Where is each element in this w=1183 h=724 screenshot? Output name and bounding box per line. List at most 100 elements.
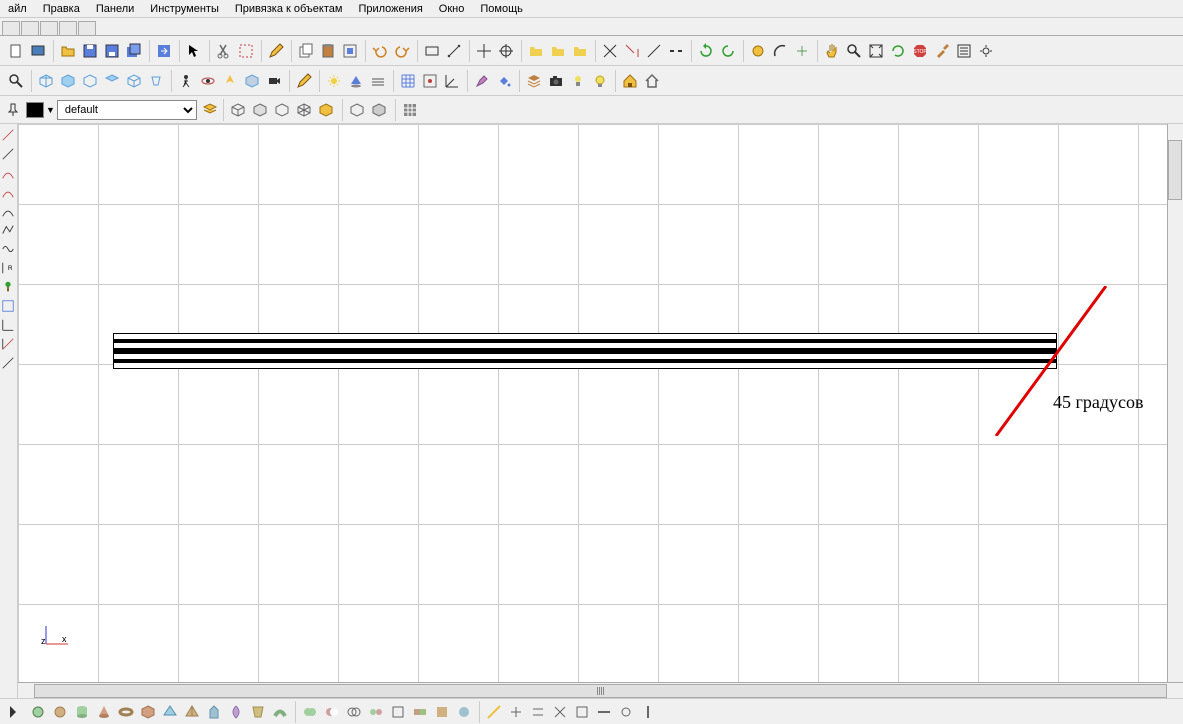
side-diag-2-icon[interactable] (0, 354, 16, 372)
walk-button[interactable] (175, 70, 197, 92)
paste-button[interactable] (317, 40, 339, 62)
layer-select[interactable]: default (57, 100, 197, 120)
stop-button[interactable]: STOP (909, 40, 931, 62)
drawing-beam-object[interactable] (113, 333, 1057, 369)
new-file-button[interactable] (5, 40, 27, 62)
rotate-button[interactable] (695, 40, 717, 62)
view-cube-1-button[interactable] (227, 99, 249, 121)
snap-grid-button[interactable] (419, 70, 441, 92)
folder-1-button[interactable] (525, 40, 547, 62)
side-rect-icon[interactable]: R (0, 259, 16, 277)
edit-1-icon[interactable] (483, 701, 505, 723)
shape-sphere-1-icon[interactable] (27, 701, 49, 723)
shape-arrow-icon[interactable] (5, 701, 27, 723)
side-line-1-icon[interactable] (0, 126, 16, 144)
properties-button[interactable] (953, 40, 975, 62)
edit-6-icon[interactable] (593, 701, 615, 723)
edit-3-icon[interactable] (527, 701, 549, 723)
menu-apps[interactable]: Приложения (350, 2, 430, 15)
camera-button[interactable] (545, 70, 567, 92)
rotate-ccw-button[interactable] (717, 40, 739, 62)
home-button[interactable] (641, 70, 663, 92)
transform-4-icon[interactable] (453, 701, 475, 723)
shape-extrude-icon[interactable] (203, 701, 225, 723)
transform-1-icon[interactable] (387, 701, 409, 723)
trim-button[interactable] (599, 40, 621, 62)
tab-1[interactable] (2, 21, 20, 35)
view-front-button[interactable] (57, 70, 79, 92)
new-drawing-button[interactable] (27, 40, 49, 62)
texture-button[interactable] (399, 99, 421, 121)
bool-split-icon[interactable] (365, 701, 387, 723)
pencil-button[interactable] (265, 40, 287, 62)
save-as-button[interactable] (101, 40, 123, 62)
extend-button[interactable] (621, 40, 643, 62)
shape-sweep-icon[interactable] (269, 701, 291, 723)
folder-3-button[interactable] (569, 40, 591, 62)
crosshair-button[interactable] (473, 40, 495, 62)
grid-button[interactable] (397, 70, 419, 92)
axes-button[interactable] (441, 70, 463, 92)
copy-button[interactable] (295, 40, 317, 62)
view-iso-button[interactable] (35, 70, 57, 92)
view-cube-3-button[interactable] (271, 99, 293, 121)
view-side-button[interactable] (79, 70, 101, 92)
shape-loft-icon[interactable] (247, 701, 269, 723)
side-frame-icon[interactable] (0, 297, 16, 315)
side-angle-icon[interactable] (0, 316, 16, 334)
zoom-tool-button[interactable] (5, 70, 27, 92)
point-button[interactable] (791, 40, 813, 62)
menu-snap[interactable]: Привязка к объектам (227, 2, 351, 15)
box-1-button[interactable] (346, 99, 368, 121)
undo-button[interactable] (369, 40, 391, 62)
shape-cylinder-1-icon[interactable] (71, 701, 93, 723)
transform-3-icon[interactable] (431, 701, 453, 723)
line-edit-button[interactable] (643, 40, 665, 62)
edit-8-icon[interactable] (637, 701, 659, 723)
hammer-button[interactable] (931, 40, 953, 62)
house-button[interactable] (619, 70, 641, 92)
folder-2-button[interactable] (547, 40, 569, 62)
side-arc-1-icon[interactable] (0, 164, 16, 182)
menu-window[interactable]: Окно (431, 2, 473, 15)
draw-pencil-button[interactable] (293, 70, 315, 92)
shape-revolve-icon[interactable] (225, 701, 247, 723)
view-cube-4-button[interactable] (293, 99, 315, 121)
save-button[interactable] (79, 40, 101, 62)
open-button[interactable] (57, 40, 79, 62)
save-all-button[interactable] (123, 40, 145, 62)
side-tree-icon[interactable] (0, 278, 16, 296)
zoom-button[interactable] (843, 40, 865, 62)
side-arc-3-icon[interactable] (0, 202, 16, 220)
cut-button[interactable] (213, 40, 235, 62)
tab-4[interactable] (59, 21, 77, 35)
transform-2-icon[interactable] (409, 701, 431, 723)
bulb-button[interactable] (589, 70, 611, 92)
side-line-2-icon[interactable] (0, 145, 16, 163)
shape-cone-icon[interactable] (93, 701, 115, 723)
view-cube-2-button[interactable] (249, 99, 271, 121)
shadow-button[interactable] (345, 70, 367, 92)
shape-prism-icon[interactable] (159, 701, 181, 723)
box-2-button[interactable] (368, 99, 390, 121)
menu-help[interactable]: Помощь (472, 2, 531, 15)
light-button[interactable] (567, 70, 589, 92)
bucket-button[interactable] (493, 70, 515, 92)
refresh-button[interactable] (887, 40, 909, 62)
layer-manager-button[interactable] (199, 99, 221, 121)
measure-button[interactable] (443, 40, 465, 62)
paint-button[interactable] (471, 70, 493, 92)
menu-panels[interactable]: Панели (88, 2, 142, 15)
side-arc-2-icon[interactable] (0, 183, 16, 201)
tab-2[interactable] (21, 21, 39, 35)
rectangle-tool-button[interactable] (421, 40, 443, 62)
drawing-canvas[interactable]: 45 градусов z x (18, 124, 1167, 682)
settings-button[interactable] (975, 40, 997, 62)
camera-nav-button[interactable] (263, 70, 285, 92)
edit-7-icon[interactable] (615, 701, 637, 723)
side-spline-icon[interactable] (0, 240, 16, 258)
menu-tools[interactable]: Инструменты (142, 2, 227, 15)
shape-pyramid-icon[interactable] (181, 701, 203, 723)
edit-2-icon[interactable] (505, 701, 527, 723)
tab-5[interactable] (78, 21, 96, 35)
